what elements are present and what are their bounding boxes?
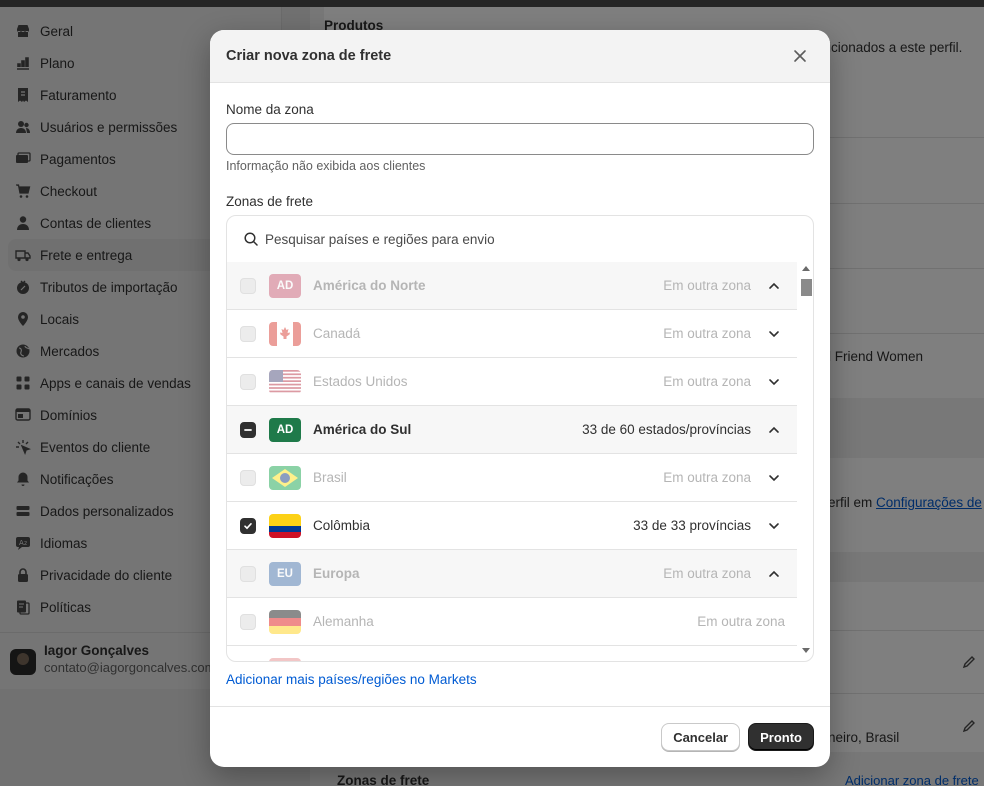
country-row[interactable]: Estados Unidos Em outra zona (227, 358, 797, 406)
region-group-row[interactable]: EU Europa Em outra zona (227, 550, 797, 598)
region-group-row[interactable]: AD América do Norte Em outra zona (227, 262, 797, 310)
done-button[interactable]: Pronto (748, 723, 814, 751)
row-status: Em outra zona (663, 374, 751, 389)
region-badge: AD (269, 273, 301, 298)
region-group-row[interactable]: AD América do Sul 33 de 60 estados/provínc… (227, 406, 797, 454)
zone-name-help: Informação não exibida aos clientes (226, 159, 426, 173)
row-checkbox[interactable] (240, 613, 256, 630)
country-row[interactable]: Colômbia 33 de 33 províncias (227, 502, 797, 550)
row-name: América do Norte (313, 278, 426, 293)
row-status: Em outra zona (663, 278, 751, 293)
zones-list-box: AD América do Norte Em outra zona Canadá Em … (226, 215, 814, 662)
scroll-down-arrow-icon[interactable] (802, 648, 810, 653)
scroll-thumb[interactable] (801, 279, 812, 296)
modal-footer: Cancelar Pronto (210, 706, 830, 767)
row-status: 33 de 60 estados/províncias (582, 422, 751, 437)
chevron-up-icon[interactable] (767, 567, 781, 581)
close-icon (794, 50, 806, 62)
flag-icon (269, 658, 301, 661)
usa-flag-icon (269, 369, 301, 394)
row-name: Europa (313, 566, 360, 581)
row-checkbox[interactable] (240, 325, 256, 342)
zones-label: Zonas de frete (226, 194, 314, 209)
row-name: Brasil (313, 470, 347, 485)
add-markets-link[interactable]: Adicionar mais países/regiões no Markets (226, 672, 477, 687)
region-badge-text: AD (276, 423, 294, 436)
canada-flag-icon (269, 321, 301, 346)
scroll-up-arrow-icon[interactable] (802, 266, 810, 271)
row-checkbox[interactable] (240, 469, 256, 486)
search-input[interactable] (265, 231, 785, 247)
chevron-up-icon[interactable] (767, 279, 781, 293)
country-row[interactable]: Alemanha Em outra zona (227, 598, 797, 646)
row-checkbox[interactable] (240, 373, 256, 390)
zone-name-label: Nome da zona (226, 102, 314, 117)
modal-header: Criar nova zona de frete (210, 30, 830, 83)
row-checkbox[interactable] (240, 565, 256, 582)
search-icon (244, 232, 258, 246)
region-badge-text: EU (277, 567, 293, 580)
row-status: Em outra zona (663, 566, 751, 581)
germany-flag-icon (269, 609, 301, 634)
create-zone-modal: Criar nova zona de frete Nome da zona In… (210, 30, 830, 767)
row-checkbox[interactable] (240, 277, 256, 294)
region-badge: EU (269, 561, 301, 586)
row-status: Em outra zona (663, 470, 751, 485)
country-row[interactable]: Brasil Em outra zona (227, 454, 797, 502)
row-name: América do Sul (313, 422, 412, 437)
search-field[interactable] (235, 224, 805, 254)
chevron-up-icon[interactable] (767, 423, 781, 437)
row-name: Canadá (313, 326, 361, 341)
row-status: 33 de 33 províncias (633, 518, 751, 533)
zone-name-input[interactable] (226, 123, 814, 155)
row-status: Em outra zona (663, 326, 751, 341)
chevron-down-icon[interactable] (767, 327, 781, 341)
modal-title: Criar nova zona de frete (226, 48, 392, 64)
cancel-button[interactable]: Cancelar (661, 723, 741, 751)
list-scrollbar[interactable] (799, 262, 813, 661)
minus-icon (244, 428, 252, 431)
chevron-down-icon[interactable] (767, 519, 781, 533)
row-name: Alemanha (313, 614, 374, 629)
row-name: Colômbia (313, 518, 371, 533)
region-badge: AD (269, 417, 301, 442)
row-name: Estados Unidos (313, 374, 408, 389)
row-checkbox[interactable] (240, 421, 256, 438)
list-item-partial (227, 646, 797, 661)
chevron-down-icon[interactable] (767, 471, 781, 485)
close-button[interactable] (786, 42, 814, 70)
row-checkbox[interactable] (240, 517, 256, 534)
brazil-flag-icon (269, 465, 301, 490)
colombia-flag-icon (269, 513, 301, 538)
row-status: Em outra zona (697, 614, 785, 629)
country-row[interactable]: Canadá Em outra zona (227, 310, 797, 358)
check-icon (244, 522, 252, 529)
chevron-down-icon[interactable] (767, 375, 781, 389)
region-badge-text: AD (276, 279, 294, 292)
zones-list: AD América do Norte Em outra zona Canadá Em … (227, 262, 797, 661)
